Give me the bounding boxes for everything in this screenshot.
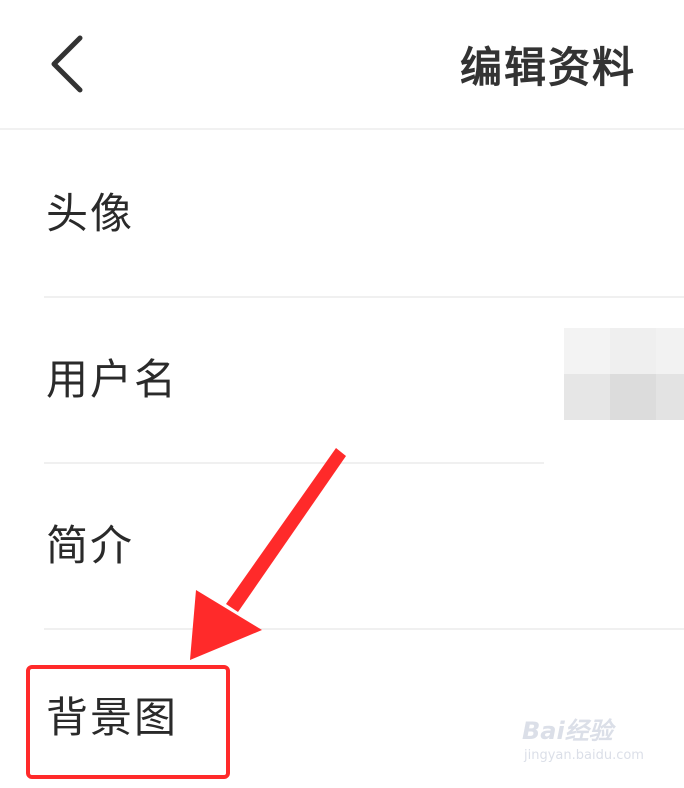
watermark-url: jingyan.baidu.com <box>524 748 644 763</box>
blur-cell <box>564 328 610 374</box>
row-avatar[interactable]: 头像 <box>0 132 684 298</box>
row-label-bio: 简介 <box>46 521 135 570</box>
row-label-avatar: 头像 <box>46 189 135 238</box>
blur-cell <box>656 374 684 420</box>
highlight-box <box>26 665 230 779</box>
row-bio[interactable]: 简介 <box>0 464 684 630</box>
top-bar: 编辑资料 <box>0 0 684 130</box>
blur-cell <box>610 328 656 374</box>
back-button[interactable] <box>38 30 98 100</box>
page-title: 编辑资料 <box>459 43 636 92</box>
blur-cell <box>656 328 684 374</box>
row-label-username: 用户名 <box>46 355 179 404</box>
chevron-left-icon <box>51 35 83 93</box>
watermark-logo: Bai经验 <box>522 717 613 745</box>
baidu-jingyan-watermark: Bai经验 jingyan.baidu.com <box>522 716 672 776</box>
blur-cell <box>610 374 656 420</box>
blur-cell <box>564 374 610 420</box>
username-value-blurred <box>564 328 684 420</box>
